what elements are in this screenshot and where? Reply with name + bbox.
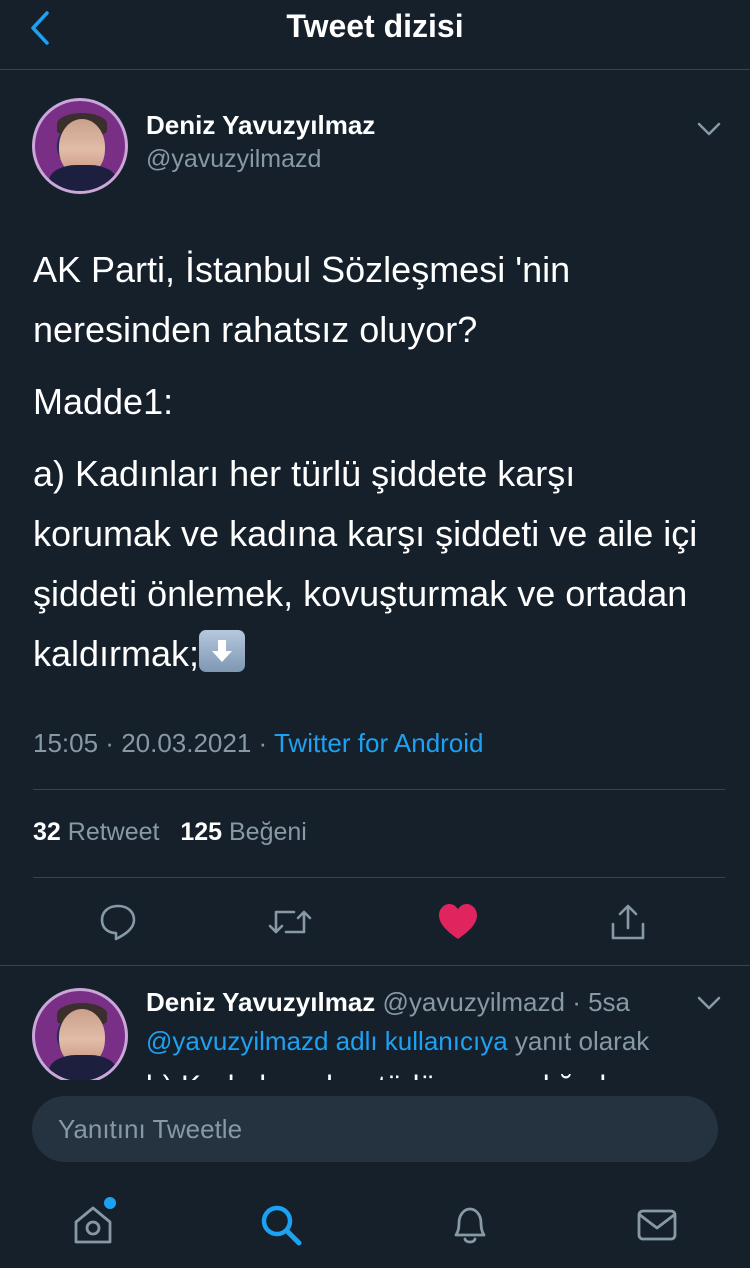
reply-icon	[100, 904, 136, 941]
like-count: 125	[180, 818, 223, 846]
author-name[interactable]: Deniz Yavuzyılmaz	[146, 110, 375, 141]
messages-icon	[637, 1209, 677, 1241]
reply-header: Deniz Yavuzyılmaz @yavuzyilmazd · 5sa	[146, 987, 631, 1017]
reply-compose-input[interactable]: Yanıtını Tweetle	[32, 1096, 718, 1162]
reply-text-clipped: b) Kadınların her türlü ayrımcılığa karş…	[146, 1068, 706, 1080]
search-icon	[261, 1205, 302, 1246]
divider	[33, 877, 725, 878]
tweet-meta: 15:05 · 20.03.2021 · Twitter for Android	[33, 728, 484, 758]
down-arrow-icon	[212, 640, 233, 662]
retweet-icon	[268, 910, 312, 934]
tweet-time: 15:05	[33, 728, 99, 758]
tweet-source-link[interactable]: Twitter for Android	[274, 728, 484, 758]
retweet-count: 32	[33, 818, 61, 846]
chevron-down-icon	[697, 122, 721, 136]
tweet-date: 20.03.2021	[121, 728, 252, 758]
reply-age: 5sa	[588, 987, 631, 1017]
like-label: Beğeni	[229, 818, 307, 846]
tweet-paragraph-text: a) Kadınları her türlü şiddete karşı kor…	[33, 453, 698, 674]
reply-author-name[interactable]: Deniz Yavuzyılmaz	[146, 987, 375, 1017]
reply-suffix: yanıt olarak	[514, 1026, 650, 1056]
divider	[0, 965, 750, 966]
reply-text: b) Kadınların her türlü ayrımcılığa karş…	[146, 1070, 706, 1080]
tab-notifications[interactable]	[445, 1200, 495, 1250]
chevron-down-icon	[697, 996, 721, 1010]
tab-search[interactable]	[256, 1200, 306, 1250]
reply-mention-link[interactable]: @yavuzyilmazd adlı kullanıcıya	[146, 1026, 508, 1056]
avatar[interactable]	[32, 98, 128, 194]
author-handle[interactable]: @yavuzyilmazd	[146, 145, 321, 174]
tweet-menu-button[interactable]	[694, 114, 724, 144]
reply-avatar[interactable]	[32, 988, 128, 1084]
avatar-suit	[49, 165, 117, 191]
like-button[interactable]	[434, 898, 482, 946]
divider	[33, 789, 725, 790]
tweet-paragraph: AK Parti, İstanbul Sözleşmesi 'nin neres…	[33, 249, 571, 350]
page-title: Tweet dizisi	[286, 8, 464, 44]
header: Tweet dizisi	[0, 0, 750, 70]
tweet-text: AK Parti, İstanbul Sözleşmesi 'nin neres…	[33, 240, 723, 696]
like-stat[interactable]: 125 Beğeni	[180, 818, 307, 846]
reply-menu-button[interactable]	[694, 988, 724, 1018]
tweet-stats: 32 Retweet 125 Beğeni	[33, 818, 307, 847]
reply-author-handle[interactable]: @yavuzyilmazd	[383, 987, 565, 1017]
notifications-icon	[454, 1207, 486, 1244]
retweet-button[interactable]	[266, 898, 314, 946]
home-icon	[74, 1206, 112, 1244]
retweet-label: Retweet	[67, 818, 160, 846]
replying-to: @yavuzyilmazd adlı kullanıcıya yanıt ola…	[146, 1026, 649, 1057]
share-icon	[611, 904, 645, 940]
share-button[interactable]	[604, 898, 652, 946]
tweet-paragraph: a) Kadınları her türlü şiddete karşı kor…	[33, 444, 723, 684]
down-arrow-emoji	[199, 630, 246, 672]
heart-icon	[439, 904, 477, 939]
reply-button[interactable]	[94, 898, 142, 946]
retweet-stat[interactable]: 32 Retweet	[33, 818, 159, 846]
notification-dot	[104, 1197, 116, 1209]
tweet-paragraph: Madde1:	[33, 381, 174, 422]
tab-messages[interactable]	[632, 1200, 682, 1250]
